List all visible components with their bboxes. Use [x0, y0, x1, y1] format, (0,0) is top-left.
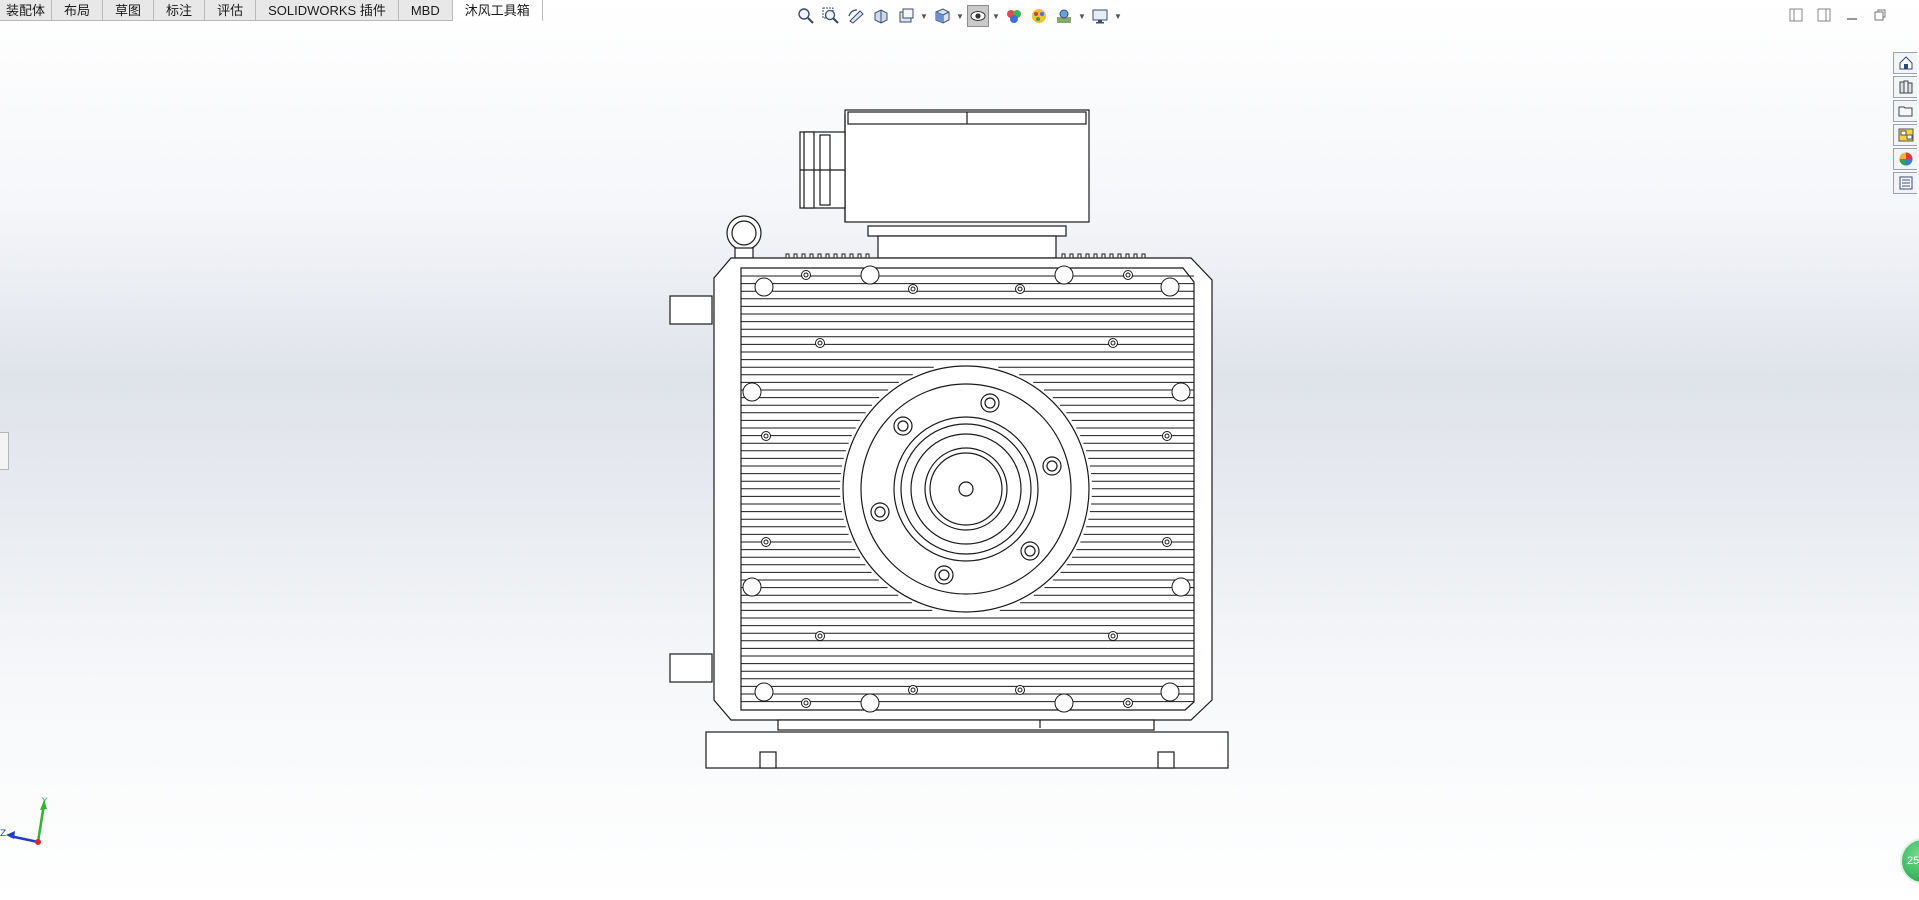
motor-assembly-model[interactable] [0, 0, 1919, 900]
bolt-hole-inner [817, 340, 823, 346]
flange-bolt-head [984, 397, 996, 409]
bolt-hole-inner [803, 700, 809, 706]
bolt-hole-inner [1164, 433, 1170, 439]
vent-tick [1093, 253, 1098, 259]
bolt-hole-inner [1017, 286, 1023, 292]
vent-tick [1125, 253, 1130, 259]
vent-tick [1117, 253, 1122, 259]
vent-tick [793, 253, 798, 259]
mounting-hole [860, 265, 880, 285]
vent-tick [1069, 253, 1074, 259]
vent-tick [809, 253, 814, 259]
mounting-hole [754, 682, 774, 702]
bolt-hole-inner [1125, 700, 1131, 706]
mounting-hole [1171, 577, 1191, 597]
triad-z-label: Z [0, 829, 6, 839]
reference-triad[interactable]: Y Z [0, 796, 60, 856]
vent-tick [865, 253, 870, 259]
mounting-hole [1054, 265, 1074, 285]
bolt-hole-inner [1017, 687, 1023, 693]
mounting-hole [1171, 382, 1191, 402]
bolt-hole-inner [1110, 340, 1116, 346]
bolt-hole-inner [1164, 539, 1170, 545]
bolt-hole-inner [817, 633, 823, 639]
vent-tick [1141, 253, 1146, 259]
vent-tick [1133, 253, 1138, 259]
bolt-hole-inner [763, 433, 769, 439]
vent-tick [1077, 253, 1082, 259]
bolt-hole-inner [1110, 633, 1116, 639]
mounting-hole [860, 693, 880, 713]
vent-tick [849, 253, 854, 259]
graphics-area[interactable]: 装配体 布局 草图 标注 评估 SOLIDWORKS 插件 MBD 沐风工具箱 … [0, 0, 1919, 900]
flange-bolt-head [897, 420, 909, 432]
vent-tick [1061, 253, 1066, 259]
vent-tick [833, 253, 838, 259]
flange-bolt-head [1024, 545, 1036, 557]
vent-tick [841, 253, 846, 259]
flange-bolt-head [1046, 460, 1058, 472]
mounting-hole [1160, 682, 1180, 702]
mounting-hole [1160, 277, 1180, 297]
vent-tick [1109, 253, 1114, 259]
vent-tick [1085, 253, 1090, 259]
vent-tick [785, 253, 790, 259]
triad-y-label: Y [41, 797, 48, 807]
bolt-hole-inner [803, 272, 809, 278]
flange-bolt-head [938, 569, 950, 581]
mounting-hole [742, 577, 762, 597]
vent-tick [825, 253, 830, 259]
status-badge-text: 25 [1907, 855, 1919, 867]
vent-tick [1101, 253, 1106, 259]
flange-bolt-head [874, 506, 886, 518]
bolt-hole-inner [910, 687, 916, 693]
bolt-hole-inner [1125, 272, 1131, 278]
mounting-hole [1054, 693, 1074, 713]
vent-tick [857, 253, 862, 259]
mounting-hole [742, 382, 762, 402]
bolt-hole-inner [910, 286, 916, 292]
vent-tick [817, 253, 822, 259]
mounting-hole [754, 277, 774, 297]
bolt-hole-inner [763, 539, 769, 545]
vent-tick [801, 253, 806, 259]
